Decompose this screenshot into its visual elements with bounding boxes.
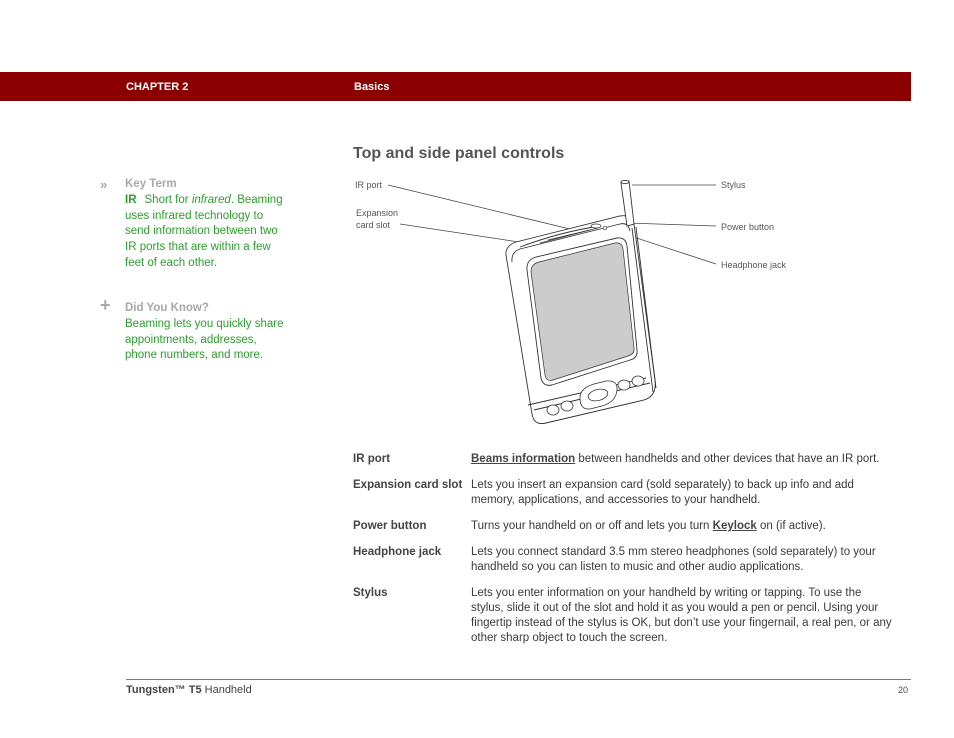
key-term-box: » Key Term IR Short for infrared. Beaming… (100, 177, 285, 272)
app-button-1 (546, 404, 560, 416)
key-term-title: Key Term (125, 178, 177, 190)
did-you-know-box: + Did You Know? Beaming lets you quickly… (100, 295, 285, 364)
callout-headphone-jack: Headphone jack (721, 260, 787, 270)
definition-row: Expansion card slot Lets you insert an e… (353, 478, 893, 519)
page-title: Top and side panel controls (353, 145, 565, 162)
footer-product-name: Tungsten™ T5 Handheld (126, 684, 252, 696)
handheld-illustration (387, 179, 717, 425)
definition-text: Lets you connect standard 3.5 mm stereo … (471, 546, 876, 573)
key-term-def-prefix: Short for (144, 193, 192, 206)
controls-definitions-table: IR port Beams information between handhe… (353, 452, 893, 657)
key-term-def-italic: infrared (191, 193, 231, 206)
definition-term: Power button (353, 520, 427, 532)
definition-text-span: between handhelds and other devices that… (575, 453, 880, 465)
did-you-know-text: Beaming lets you quickly share appointme… (125, 317, 284, 362)
key-term-word: IR (125, 193, 137, 206)
definition-row: Power button Turns your handheld on or o… (353, 519, 893, 545)
plus-icon: + (100, 295, 111, 315)
footer-divider (126, 679, 911, 680)
double-chevron-icon: » (100, 177, 108, 192)
app-button-3 (617, 379, 631, 391)
definition-term: Stylus (353, 587, 388, 599)
beams-information-link[interactable]: Beams information (471, 453, 575, 465)
definition-term: Expansion card slot (353, 479, 463, 491)
footer-product-rest: Handheld (201, 684, 252, 696)
app-button-4 (631, 375, 645, 387)
definition-term: IR port (353, 453, 391, 465)
keylock-link[interactable]: Keylock (713, 520, 757, 532)
definition-text-span: on (if active). (756, 520, 826, 532)
section-label: Basics (354, 81, 390, 93)
definition-text: Turns your handheld on or off and lets y… (471, 519, 893, 545)
headphone-jack-shape (602, 225, 608, 231)
power-button-shape (590, 223, 602, 229)
footer-product-bold: Tungsten™ T5 (126, 684, 202, 696)
key-term-body: IR Short for infrared. Beaming uses infra… (125, 193, 285, 272)
definition-row: Headphone jack Lets you connect standard… (353, 545, 893, 586)
leader-power-button (627, 222, 717, 227)
definition-text-span: Turns your handheld on or off and lets y… (471, 520, 713, 532)
definition-text: Lets you insert an expansion card (sold … (471, 479, 854, 506)
definition-text: Lets you enter information on your handh… (471, 587, 892, 644)
definition-text: Beams information between handhelds and … (471, 452, 893, 478)
page-number: 20 (898, 685, 909, 695)
definition-row: IR port Beams information between handhe… (353, 452, 893, 478)
chapter-label: CHAPTER 2 (126, 81, 189, 93)
definition-row: Stylus Lets you enter information on you… (353, 586, 893, 657)
app-button-2 (560, 400, 574, 412)
leader-expansion-slot (399, 223, 533, 245)
did-you-know-title: Did You Know? (125, 302, 209, 314)
definition-term: Headphone jack (353, 546, 442, 558)
leader-ir-port (387, 184, 575, 231)
